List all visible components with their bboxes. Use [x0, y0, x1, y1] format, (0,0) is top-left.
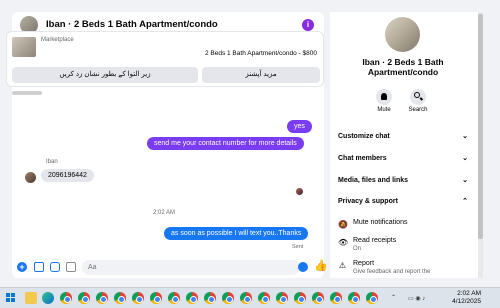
gif-icon[interactable]	[66, 262, 76, 272]
chrome-icon[interactable]	[204, 292, 216, 304]
chrome-icon[interactable]	[240, 292, 252, 304]
clock-date: 4/12/2025	[452, 298, 481, 305]
scrollbar-thumb[interactable]	[478, 14, 483, 239]
eye-icon: 👁	[338, 238, 349, 247]
info-icon[interactable]: i	[302, 19, 314, 31]
profile-name: Iban · 2 Beds 1 Bath Apartment/condo	[362, 57, 444, 77]
section-customize-chat[interactable]: Customize chat ⌄	[338, 130, 470, 144]
marketplace-label: Marketplace	[41, 37, 74, 43]
chrome-icon[interactable]	[294, 292, 306, 304]
clock-time: 2:02 AM	[457, 290, 481, 297]
profile-photo[interactable]	[385, 17, 420, 52]
marketplace-thumbnail[interactable]	[12, 37, 36, 57]
chrome-icon[interactable]	[96, 292, 108, 304]
windows-start-icon[interactable]	[6, 293, 16, 303]
chrome-icon[interactable]	[150, 292, 162, 304]
message-status: Sent	[292, 244, 304, 250]
search-button[interactable]: Search	[407, 89, 429, 113]
message-out-contact[interactable]: send me your contact number for more det…	[147, 137, 304, 150]
photo-icon[interactable]	[34, 262, 44, 272]
more-options-button[interactable]: مزید آپشنز	[202, 67, 320, 83]
message-out-soon[interactable]: as soon as possible I will text you..Tha…	[164, 227, 309, 240]
chrome-icon[interactable]	[186, 292, 198, 304]
tray-overflow-icon[interactable]: ⌃	[391, 294, 396, 301]
emoji-icon[interactable]	[298, 262, 308, 272]
section-chat-members[interactable]: Chat members ⌄	[338, 152, 470, 166]
chrome-icon[interactable]	[366, 292, 378, 304]
chrome-icon[interactable]	[348, 292, 360, 304]
tray-clock[interactable]: 2:02 AM 4/12/2025	[447, 290, 481, 306]
section-privacy-support[interactable]: Privacy & support ⌃	[338, 195, 470, 209]
chrome-icon[interactable]	[114, 292, 126, 304]
report-item[interactable]: ⚠ Report Give feedback and report the	[338, 260, 468, 278]
chrome-icon[interactable]	[330, 292, 342, 304]
chevron-down-icon: ⌄	[462, 133, 468, 140]
plus-icon[interactable]: +	[17, 262, 27, 272]
bell-off-icon: 🔕	[338, 220, 348, 229]
composer: + 👍	[12, 258, 328, 278]
mark-pending-button[interactable]: زیر التوا کے بطور نشان زد کریں	[12, 67, 198, 83]
chrome-icon[interactable]	[222, 292, 234, 304]
bell-icon	[381, 93, 387, 100]
mute-label: Mute	[377, 107, 391, 113]
tray-status-icons[interactable]: ▭ ◉ ♪	[408, 295, 444, 302]
marketplace-card: Marketplace 2 Beds 1 Bath Apartment/cond…	[6, 31, 324, 87]
chrome-icon[interactable]	[132, 292, 144, 304]
chrome-icon[interactable]	[78, 292, 90, 304]
message-in-number[interactable]: 2096196442	[41, 169, 94, 182]
chrome-icon[interactable]	[258, 292, 270, 304]
chrome-icon[interactable]	[276, 292, 288, 304]
section-media-files[interactable]: Media, files and links ⌄	[338, 174, 470, 188]
file-explorer-icon[interactable]	[25, 292, 37, 304]
mute-notifications-item[interactable]: 🔕 Mute notifications	[338, 219, 468, 231]
chrome-icon[interactable]	[60, 292, 72, 304]
listing-summary[interactable]: 2 Beds 1 Bath Apartment/condo - $800	[205, 50, 317, 57]
chevron-up-icon: ⌃	[462, 198, 468, 205]
message-out-yes[interactable]: yes	[287, 120, 312, 133]
chevron-down-icon: ⌄	[462, 155, 468, 162]
read-receipts-item[interactable]: 👁 Read receipts On	[338, 237, 468, 257]
seen-avatar	[296, 188, 303, 195]
chrome-icon[interactable]	[168, 292, 180, 304]
search-label: Search	[408, 107, 428, 113]
report-icon: ⚠	[338, 261, 347, 270]
chevron-down-icon: ⌄	[462, 177, 468, 184]
edge-icon[interactable]	[42, 292, 54, 304]
taskbar: ⌃ ▭ ◉ ♪ 2:02 AM 4/12/2025	[0, 287, 500, 308]
sender-name: Iban	[46, 159, 58, 165]
sticker-icon[interactable]	[50, 262, 60, 272]
mute-button[interactable]: Mute	[373, 89, 395, 113]
thumbs-up-icon[interactable]: 👍	[314, 261, 328, 272]
chrome-icon[interactable]	[312, 292, 324, 304]
previous-message-stub	[12, 91, 42, 95]
message-timestamp: 2:02 AM	[153, 210, 176, 216]
sender-avatar[interactable]	[25, 172, 36, 183]
message-input[interactable]	[82, 260, 300, 275]
chat-title[interactable]: Iban · 2 Beds 1 Bath Apartment/condo	[46, 19, 218, 30]
